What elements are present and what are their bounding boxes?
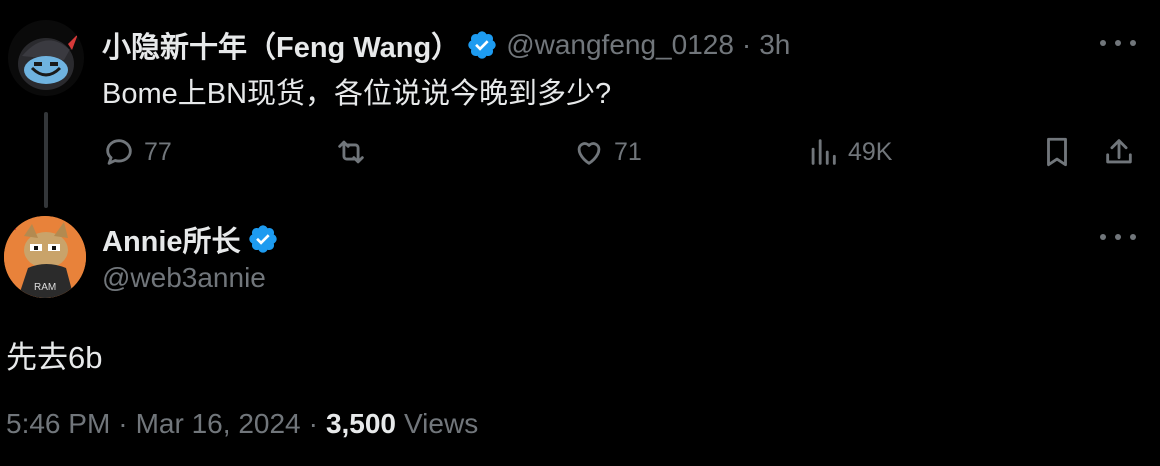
reply-views-label: Views bbox=[404, 408, 479, 439]
views-action[interactable]: 49K bbox=[806, 132, 892, 172]
bookmark-icon bbox=[1047, 137, 1067, 167]
original-tweet-header: 小隐新十年（Feng Wang） @wangfeng_0128 · 3h bbox=[102, 24, 790, 66]
views-count: 49K bbox=[848, 137, 893, 166]
views-chart-icon bbox=[811, 139, 836, 165]
reply-tweet-text: 先去6b bbox=[6, 340, 103, 375]
reply-author-name[interactable]: Annie所长 bbox=[102, 218, 241, 260]
more-dots-icon[interactable] bbox=[1100, 232, 1136, 242]
verified-badge-icon[interactable] bbox=[466, 29, 498, 61]
share-action[interactable] bbox=[1102, 132, 1136, 172]
reply-author-handle[interactable]: @web3annie bbox=[102, 262, 266, 294]
verified-badge-icon[interactable] bbox=[247, 223, 279, 255]
separator-dot: · bbox=[118, 408, 128, 439]
separator-dot: · bbox=[308, 408, 318, 439]
reply-views-count[interactable]: 3,500 bbox=[326, 408, 396, 440]
avatar-annie[interactable]: RAM bbox=[4, 216, 86, 298]
retweet-action[interactable] bbox=[334, 132, 376, 172]
avatar-feng-wang[interactable] bbox=[8, 20, 84, 96]
reply-tweet-header: Annie所长 bbox=[102, 218, 287, 260]
like-count: 71 bbox=[614, 137, 642, 166]
reply-icon bbox=[106, 139, 132, 165]
heart-icon bbox=[577, 142, 601, 165]
avatar-annie-image: RAM bbox=[4, 216, 86, 298]
reply-count: 77 bbox=[144, 137, 172, 166]
like-action[interactable]: 71 bbox=[572, 132, 642, 172]
original-tweet-text: Bome上BN现货，各位说说今晚到多少? bbox=[102, 78, 612, 110]
share-icon bbox=[1106, 139, 1132, 164]
reply-tweet-meta: 5:46 PM · Mar 16, 2024 · 3,500 Views bbox=[6, 408, 478, 440]
thread-connector-line bbox=[44, 112, 48, 208]
svg-text:RAM: RAM bbox=[34, 282, 56, 293]
reply-action[interactable]: 77 bbox=[102, 132, 172, 172]
original-tweet-time[interactable]: 3h bbox=[759, 29, 790, 61]
reply-time[interactable]: 5:46 PM bbox=[6, 408, 110, 440]
original-author-name[interactable]: 小隐新十年（Feng Wang） bbox=[102, 24, 460, 66]
reply-date[interactable]: Mar 16, 2024 bbox=[136, 408, 301, 440]
avatar-feng-wang-image bbox=[8, 20, 84, 96]
separator-dot: · bbox=[741, 29, 752, 60]
bookmark-action[interactable] bbox=[1040, 132, 1074, 172]
more-dots-icon[interactable] bbox=[1100, 38, 1136, 48]
retweet-icon bbox=[338, 140, 364, 164]
original-author-handle[interactable]: @wangfeng_0128 bbox=[506, 29, 734, 61]
